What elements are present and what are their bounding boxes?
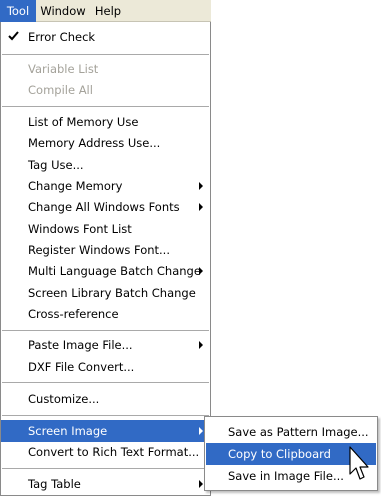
menubar-window[interactable]: Window [38,0,88,22]
submenu-item-label: Save as Pattern Image... [228,425,369,439]
menubar-tool[interactable]: Tool [0,0,36,22]
menu-item-label: Screen Image [28,424,108,438]
menu-item-convert-rtf[interactable]: Convert to Rich Text Format... [1,441,210,463]
menu-item-label: Tag Table [28,477,81,491]
menu-item-label: Multi Language Batch Change [28,264,201,278]
menu-separator [2,106,209,107]
menu-item-screen-image[interactable]: Screen Image [1,420,210,442]
menu-item-label: List of Memory Use [28,115,139,129]
menu-item-label: Compile All [28,83,93,97]
submenu-item-label: Save in Image File... [228,469,344,483]
menu-item-dxf-file-convert[interactable]: DXF File Convert... [1,356,210,378]
menu-item-label: Error Check [28,30,96,44]
menu-separator [2,415,209,416]
menu-item-screen-library-batch-change[interactable]: Screen Library Batch Change [1,282,210,304]
submenu-item-label: Copy to Clipboard [228,447,331,461]
menu-item-label: Register Windows Font... [28,243,170,257]
submenu-item-save-pattern-image[interactable]: Save as Pattern Image... [206,421,376,443]
menu-item-label: Customize... [28,392,100,406]
menu-item-paste-image-file[interactable]: Paste Image File... [1,334,210,356]
menu-item-windows-font-list[interactable]: Windows Font List [1,218,210,240]
menu-item-label: Variable List [28,62,99,76]
menu-item-multi-language-batch-change[interactable]: Multi Language Batch Change [1,260,210,282]
menu-item-label: Tag Use... [28,158,84,172]
menu-item-compile-all: Compile All [1,79,210,101]
menu-item-list-memory-use[interactable]: List of Memory Use [1,111,210,133]
mouse-pointer-icon [349,446,369,480]
menu-item-label: Change All Windows Fonts [28,200,180,214]
menu-bar: Tool Window Help [0,0,211,22]
menu-separator [2,54,209,55]
chevron-right-icon [199,341,203,349]
menu-item-cross-reference[interactable]: Cross-reference [1,303,210,325]
menu-item-error-check[interactable]: Error Check [1,26,210,48]
menu-item-label: Change Memory [28,179,123,193]
menu-separator [2,382,209,383]
menu-separator [2,330,209,331]
menu-item-label: Windows Font List [28,222,132,236]
checkmark-icon [8,31,19,41]
menu-item-label: Screen Library Batch Change [28,286,196,300]
chevron-right-icon [199,203,203,211]
menu-item-memory-address-use[interactable]: Memory Address Use... [1,132,210,154]
menu-item-change-memory[interactable]: Change Memory [1,175,210,197]
menu-item-label: Cross-reference [28,307,119,321]
menu-item-variable-list: Variable List [1,58,210,80]
menu-item-label: Memory Address Use... [28,136,161,150]
menu-item-label: DXF File Convert... [28,360,135,374]
menu-item-register-windows-font[interactable]: Register Windows Font... [1,239,210,261]
menu-item-tag-table[interactable]: Tag Table [1,473,210,495]
menubar-help[interactable]: Help [90,0,126,22]
chevron-right-icon [199,427,203,435]
menu-item-tag-use[interactable]: Tag Use... [1,154,210,176]
menu-item-customize[interactable]: Customize... [1,388,210,410]
chevron-right-icon [199,267,203,275]
chevron-right-icon [199,480,203,488]
menu-separator [2,468,209,469]
menu-item-label: Paste Image File... [28,338,133,352]
menu-item-label: Convert to Rich Text Format... [28,445,200,459]
chevron-right-icon [199,182,203,190]
menu-item-change-all-windows-fonts[interactable]: Change All Windows Fonts [1,196,210,218]
tool-menu: Error Check Variable List Compile All Li… [0,22,211,496]
